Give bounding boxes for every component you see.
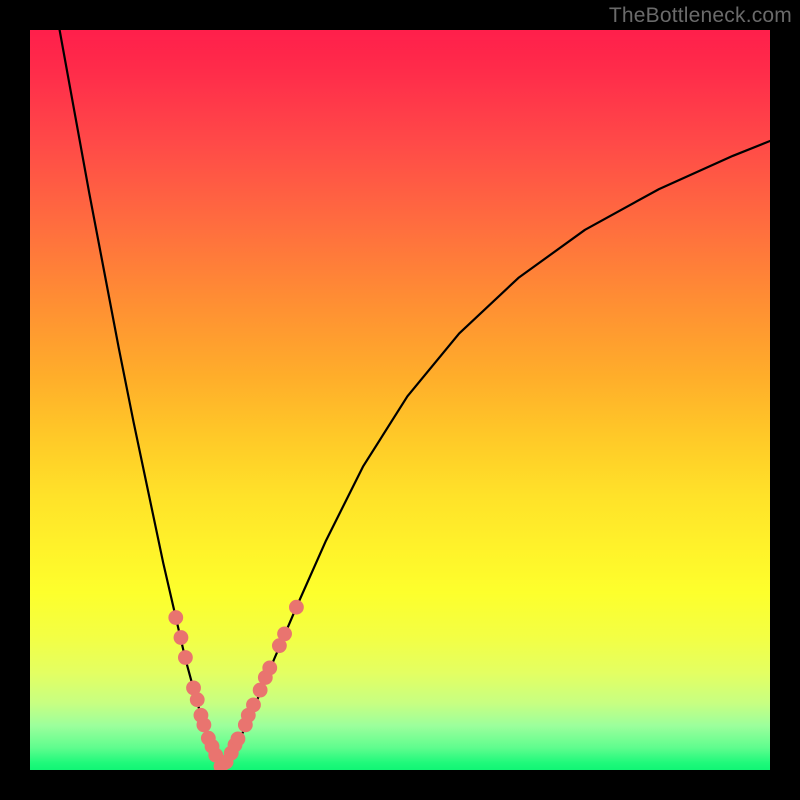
scatter-point	[277, 626, 292, 641]
curve-left-branch	[60, 30, 221, 766]
scatter-point	[190, 692, 205, 707]
curve-right-branch	[221, 141, 770, 766]
chart-frame: TheBottleneck.com	[0, 0, 800, 800]
scatter-group	[168, 600, 303, 770]
watermark-text: TheBottleneck.com	[609, 4, 792, 28]
scatter-point	[174, 630, 189, 645]
scatter-point	[178, 650, 193, 665]
chart-svg	[30, 30, 770, 770]
scatter-point	[231, 732, 246, 747]
scatter-point	[289, 600, 304, 615]
plot-area	[30, 30, 770, 770]
scatter-point	[262, 660, 277, 675]
scatter-point	[197, 717, 212, 732]
curve-group	[60, 30, 770, 766]
scatter-point	[168, 610, 183, 625]
scatter-point	[246, 697, 261, 712]
